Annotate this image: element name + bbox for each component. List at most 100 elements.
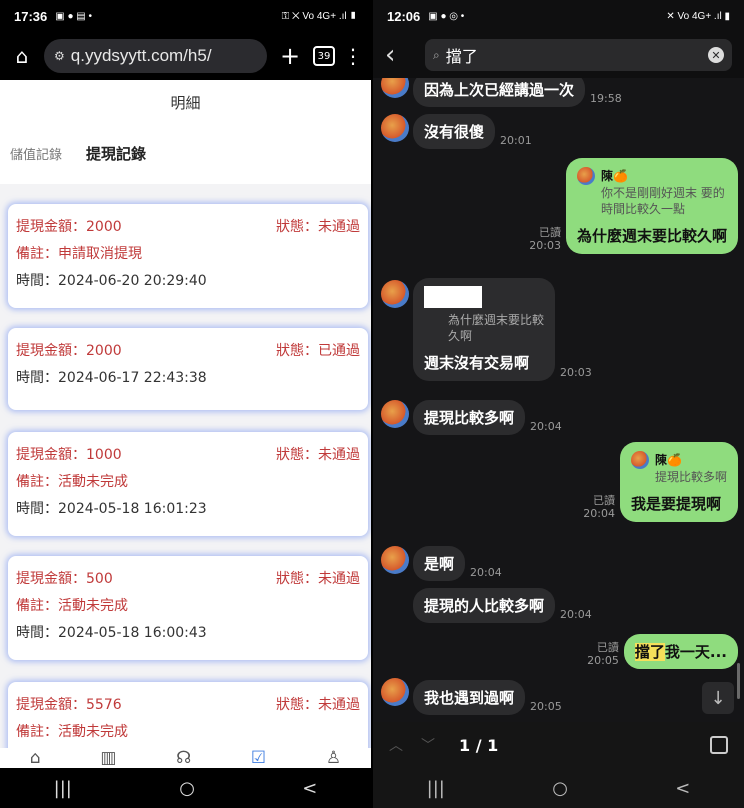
message-time: 20:05 xyxy=(530,700,562,713)
record-amount: 提現金額：1000 xyxy=(16,447,122,463)
page-header: 明細 儲值記錄 提現記錄 xyxy=(0,80,371,184)
message-time: 20:03 xyxy=(529,238,561,252)
avatar[interactable] xyxy=(381,546,409,574)
message-bubble: 沒有很傻 xyxy=(413,114,496,149)
status-bar: 12:06 ▣ ● ◎ • ✕ Vo 4G+ .ıl ▮ xyxy=(373,0,744,32)
recents-button[interactable]: ||| xyxy=(54,778,72,799)
record-time: 時間：2024-05-18 16:01:23 xyxy=(16,501,207,517)
message-time: 20:01 xyxy=(500,134,532,147)
record-card[interactable]: 提現金額：2000 狀態：已通過 時間：2024-06-17 22:43:38 xyxy=(8,328,368,410)
back-arrow-icon[interactable]: ‹ xyxy=(385,40,413,70)
nav-check-icon[interactable]: ☑ xyxy=(251,748,266,768)
quote-avatar xyxy=(630,450,649,469)
message-time: 19:58 xyxy=(590,92,622,105)
message-text: 我是要提現啊 xyxy=(630,494,721,513)
record-note: 備註：活動未完成 xyxy=(16,474,128,490)
right-screenshot: 12:06 ▣ ● ◎ • ✕ Vo 4G+ .ıl ▮ ‹ ⌕ 擋了 ✕ 因為… xyxy=(373,0,744,808)
new-tab-button[interactable]: + xyxy=(275,42,305,70)
status-icons-left: ▣ ● ▤ • xyxy=(55,10,93,22)
record-card[interactable]: 提現金額：500 狀態：未通過 備註：活動未完成 時間：2024-05-18 16… xyxy=(8,556,368,660)
read-receipt: 已讀 xyxy=(596,641,619,654)
android-nav-bar: ||| ○ < xyxy=(0,768,371,808)
record-card[interactable]: 提現金額：2000 狀態：未通過 備註：申請取消提現 時間：2024-06-20 … xyxy=(8,204,368,308)
avatar[interactable] xyxy=(381,400,409,428)
search-result-bar: ︿ ﹀ 1 / 1 xyxy=(373,722,744,768)
message-received[interactable]: 我也遇到過啊 20:05 xyxy=(413,680,567,715)
address-bar[interactable]: ⚙ q.yydsyytt.com/h5/ xyxy=(44,39,267,73)
message-sent[interactable]: 已讀 20:05 擋了我一天... xyxy=(582,634,738,669)
home-icon[interactable]: ⌂ xyxy=(8,44,36,68)
next-result-icon[interactable]: ﹀ xyxy=(421,735,435,755)
message-bubble: 擋了我一天... xyxy=(623,634,738,669)
quote-text: 為什麼週末要比較 久啊 xyxy=(448,313,545,343)
search-query: 擋了 xyxy=(445,47,478,66)
home-button[interactable]: ○ xyxy=(552,778,568,799)
message-time: 20:04 xyxy=(470,566,502,579)
prev-result-icon[interactable]: ︿ xyxy=(389,735,403,755)
avatar[interactable] xyxy=(381,78,409,98)
result-count: 1 / 1 xyxy=(459,735,499,755)
message-sent[interactable]: 已讀 20:03 陳🍊 你不是剛剛好週末 要的 時間比較久一點 為什麼週末要比較久… xyxy=(524,158,738,254)
message-received[interactable]: 因為上次已經講過一次 19:58 xyxy=(413,78,627,107)
browser-toolbar: ⌂ ⚙ q.yydsyytt.com/h5/ + 39 ⋮ xyxy=(0,32,371,80)
status-icons-left: ▣ ● ◎ • xyxy=(428,10,465,22)
record-note: 備註：活動未完成 xyxy=(16,724,128,740)
quote-text: 你不是剛剛好週末 要的 時間比較久一點 xyxy=(600,185,725,216)
recents-button[interactable]: ||| xyxy=(427,778,445,799)
chat-search-bar: ‹ ⌕ 擋了 ✕ xyxy=(373,32,744,78)
record-note: 備註：活動未完成 xyxy=(16,598,128,614)
tab-switcher-button[interactable]: 39 xyxy=(313,46,335,66)
scroll-down-icon[interactable]: ↓ xyxy=(702,682,734,714)
nav-home-icon[interactable]: ⌂ xyxy=(30,748,41,768)
back-button[interactable]: < xyxy=(302,778,317,799)
url-text: q.yydsyytt.com/h5/ xyxy=(70,46,212,65)
quote-text: 提現比較多啊 xyxy=(654,469,727,484)
record-time: 時間：2024-05-18 16:00:43 xyxy=(16,625,207,641)
record-card[interactable]: 提現金額：1000 狀態：未通過 備註：活動未完成 時間：2024-05-18 1… xyxy=(8,432,368,536)
record-status: 狀態：未通過 xyxy=(276,219,360,235)
record-time: 時間：2024-06-20 20:29:40 xyxy=(16,273,207,289)
avatar[interactable] xyxy=(381,678,409,706)
avatar[interactable] xyxy=(381,114,409,142)
site-settings-icon[interactable]: ⚙ xyxy=(54,49,65,63)
menu-icon[interactable]: ⋮ xyxy=(343,44,363,68)
message-time: 20:04 xyxy=(583,506,615,520)
message-sent[interactable]: 已讀 20:04 陳🍊 提現比較多啊 我是要提現啊 xyxy=(578,442,738,522)
message-time: 20:04 xyxy=(530,420,562,433)
record-status: 狀態：未通過 xyxy=(276,697,360,713)
status-icons-right: ✕ Vo 4G+ .ıl ▮ xyxy=(666,10,730,22)
message-text: 為什麼週末要比較久啊 xyxy=(576,226,727,245)
back-button[interactable]: < xyxy=(675,778,690,799)
message-received[interactable]: 提現的人比較多啊 20:04 xyxy=(413,588,597,623)
record-status: 狀態：未通過 xyxy=(276,571,360,587)
scrollbar[interactable] xyxy=(737,663,740,699)
message-received[interactable]: 為什麼週末要比較 久啊 週末沒有交易啊 20:03 xyxy=(413,278,597,381)
home-button[interactable]: ○ xyxy=(179,778,195,799)
message-bubble: 因為上次已經講過一次 xyxy=(413,78,586,107)
tab-deposit-records[interactable]: 儲值記錄 xyxy=(10,144,62,163)
reply-quote: 陳🍊 你不是剛剛好週末 要的 時間比較久一點 xyxy=(576,166,727,217)
tab-withdraw-records[interactable]: 提現記錄 xyxy=(86,143,146,164)
redacted-name xyxy=(424,286,482,308)
nav-support-icon[interactable]: ☊ xyxy=(176,748,191,768)
record-amount: 提現金額：2000 xyxy=(16,343,122,359)
message-received[interactable]: 提現比較多啊 20:04 xyxy=(413,400,567,435)
nav-chart-icon[interactable]: ▥ xyxy=(100,748,116,768)
status-time: 12:06 xyxy=(387,8,421,24)
clear-icon[interactable]: ✕ xyxy=(708,47,724,63)
search-input[interactable]: ⌕ 擋了 ✕ xyxy=(425,39,732,71)
message-received[interactable]: 沒有很傻 20:01 xyxy=(413,114,537,149)
calendar-icon[interactable] xyxy=(710,736,728,754)
bottom-nav: ⌂ ▥ ☊ ☑ ♙ xyxy=(0,748,371,768)
status-time: 17:36 xyxy=(14,8,48,24)
page-title: 明細 xyxy=(170,94,201,112)
read-receipt: 已讀 xyxy=(592,493,615,507)
avatar[interactable] xyxy=(381,280,409,308)
android-nav-bar: ||| ○ < xyxy=(373,768,744,808)
nav-user-icon[interactable]: ♙ xyxy=(326,748,341,768)
message-received[interactable]: 是啊 20:04 xyxy=(413,546,507,581)
record-tabs: 儲值記錄 提現記錄 xyxy=(10,143,146,164)
record-card[interactable]: 提現金額：5576 狀態：未通過 備註：活動未完成 xyxy=(8,682,368,748)
record-time: 時間：2024-06-17 22:43:38 xyxy=(16,370,207,386)
record-status: 狀態：已通過 xyxy=(276,343,360,359)
